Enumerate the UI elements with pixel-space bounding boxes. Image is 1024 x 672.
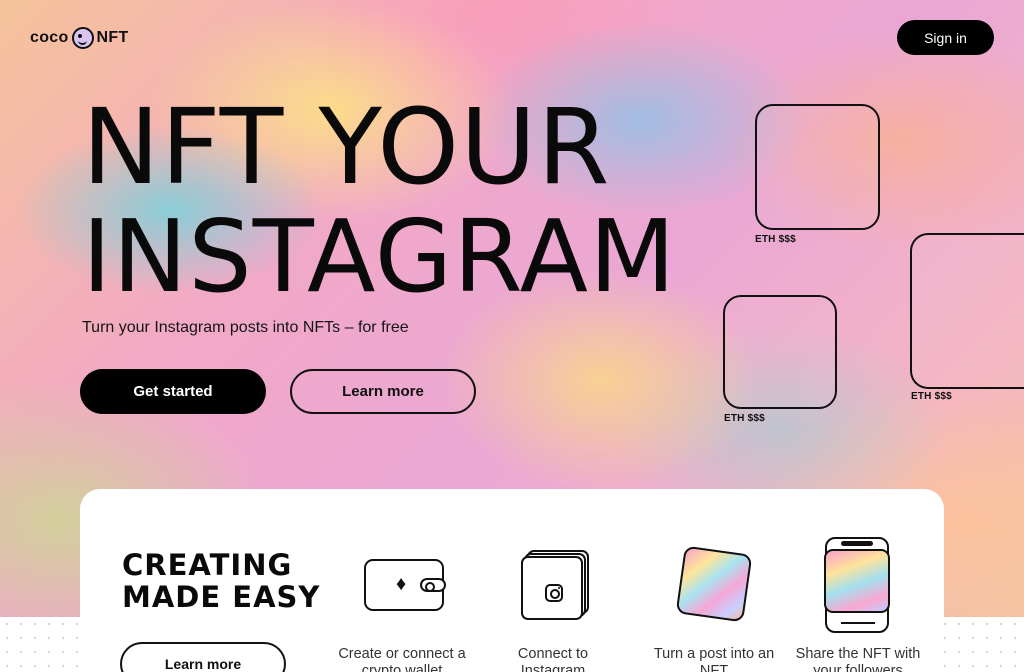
hero-title-line2: INSTAGRAM [82,198,677,315]
features-title-line1: CREATING [122,548,293,582]
logo-text-coco: coco [30,29,69,46]
nft-price-label: ETH $$$ [724,413,765,424]
feature-label: Turn a post into an NFT [653,646,775,672]
features-title-line2: MADE EASY [122,580,321,614]
hero-learn-more-button[interactable]: Learn more [290,369,476,414]
features-title: CREATING MADE EASY [122,549,320,613]
nft-preview-card [723,295,837,409]
nft-preview-card [910,233,1024,389]
logo[interactable]: coco NFT [30,27,129,49]
nft-preview-card [755,104,880,230]
features-panel: CREATING MADE EASY Learn more ♦ Create o… [80,489,944,672]
get-started-button[interactable]: Get started [80,369,266,414]
instagram-logo-icon [545,584,563,602]
feature-label: Create or connect a crypto wallet [338,646,466,672]
feature-label: Connect to Instagram [517,646,589,672]
hero-title-line1: NFT YOUR [82,86,611,208]
logo-text-nft: NFT [96,29,129,46]
wallet-clasp [420,578,446,592]
wallet-icon: ♦ [364,559,446,611]
smiley-face-icon [71,27,94,49]
features-learn-more-button[interactable]: Learn more [120,642,286,672]
feature-label: Share the NFT with your followers [795,646,921,672]
phone-icon [824,537,890,633]
hero-subtitle: Turn your Instagram posts into NFTs – fo… [82,319,409,336]
hero-title: NFT YOUR INSTAGRAM [82,92,676,312]
nft-card-icon [675,545,753,623]
nft-price-label: ETH $$$ [755,234,796,245]
instagram-icon [521,550,589,620]
ethereum-icon: ♦ [396,573,407,595]
nft-price-label: ETH $$$ [911,391,952,402]
sign-in-button[interactable]: Sign in [897,20,994,55]
